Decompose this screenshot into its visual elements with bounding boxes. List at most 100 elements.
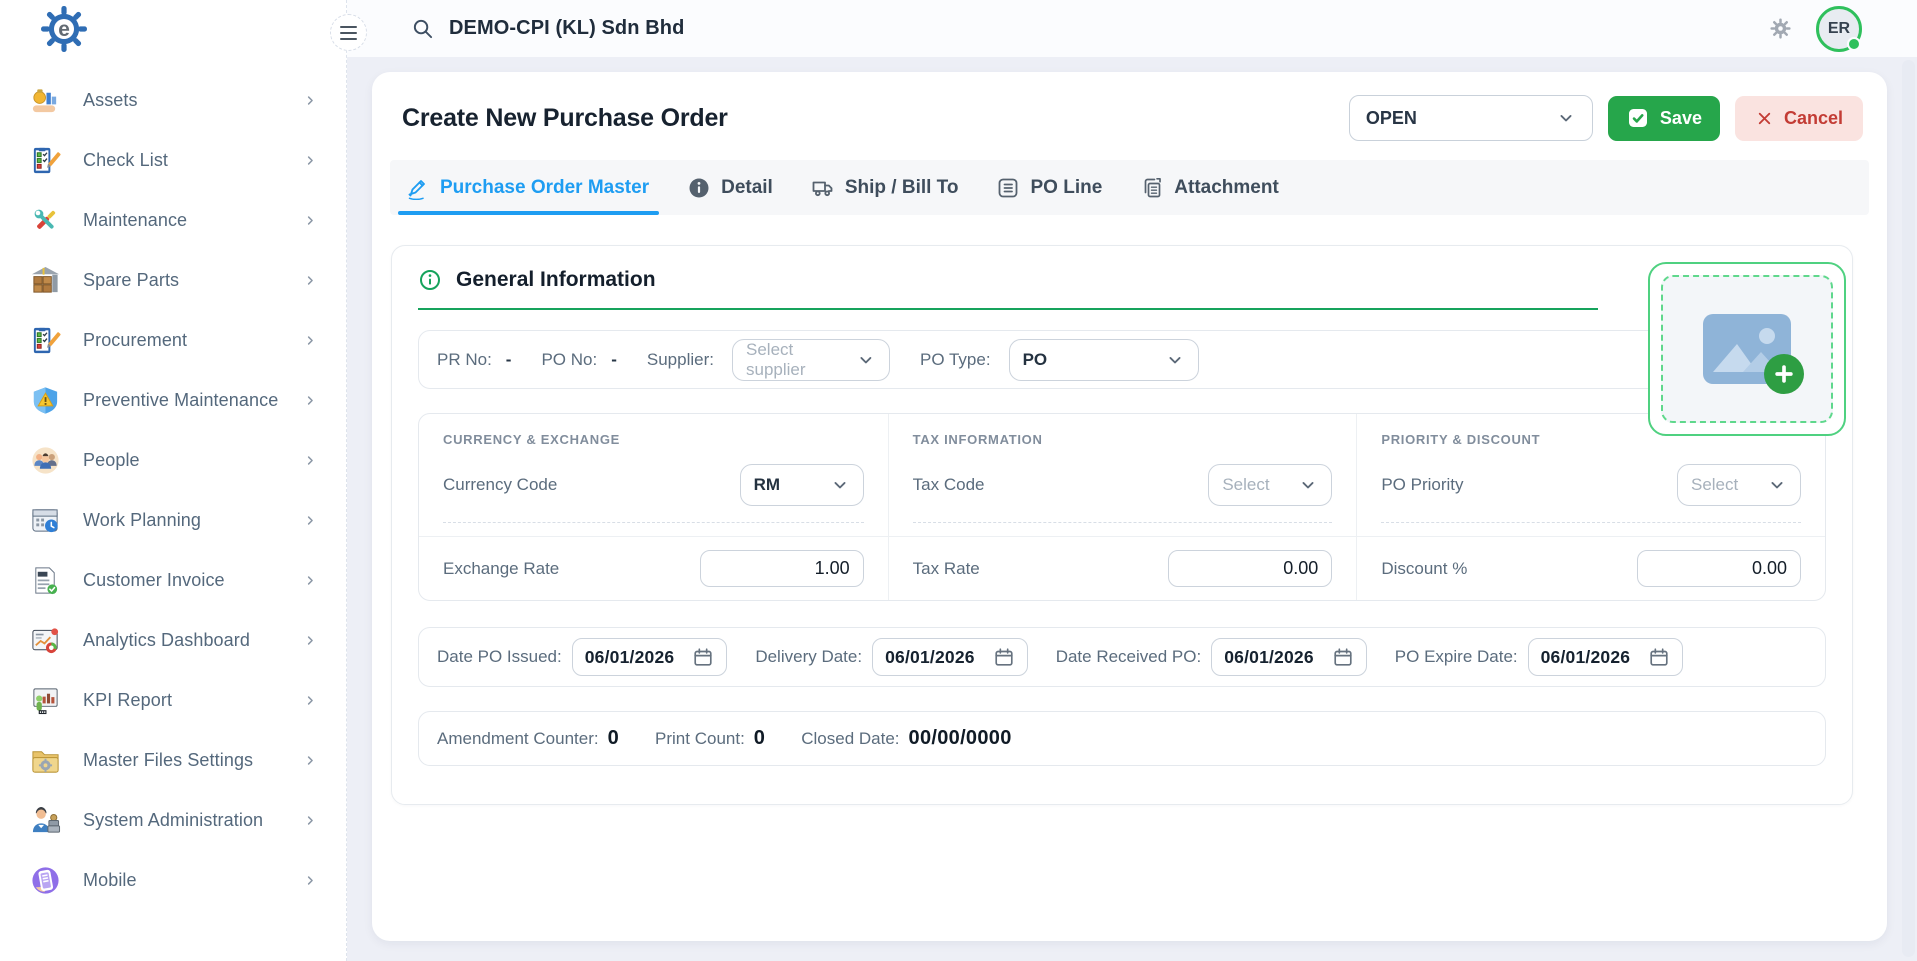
status-select[interactable]: OPEN xyxy=(1349,95,1593,141)
image-upload-inner xyxy=(1661,275,1833,423)
header-controls: OPEN Save Cancel xyxy=(1349,95,1863,141)
cancel-button[interactable]: Cancel xyxy=(1735,96,1863,141)
calendar-icon[interactable] xyxy=(993,646,1015,668)
sidebar-item-label: Assets xyxy=(83,90,281,111)
search-icon[interactable] xyxy=(411,17,434,40)
date-received-po-input[interactable]: 06/01/2026 xyxy=(1211,638,1367,676)
truck-icon xyxy=(811,176,835,200)
sidebar-item-procurement[interactable]: Procurement xyxy=(0,310,346,370)
po-expire-date-label: PO Expire Date: xyxy=(1395,647,1518,667)
image-upload-dropzone[interactable] xyxy=(1648,262,1846,436)
chevron-down-icon xyxy=(1298,475,1318,495)
dashed-divider xyxy=(1381,522,1801,536)
chevron-right-icon xyxy=(303,93,318,108)
sidebar-item-assets[interactable]: Assets xyxy=(0,70,346,130)
sidebar-item-spare-parts[interactable]: Spare Parts xyxy=(0,250,346,310)
page-title: Create New Purchase Order xyxy=(402,104,728,133)
closed-date-label: Closed Date: xyxy=(801,729,899,749)
date-received-po-group: Date Received PO: 06/01/2026 xyxy=(1056,638,1367,676)
calendar-icon[interactable] xyxy=(692,646,714,668)
tax-rate-input[interactable]: 0.00 xyxy=(1168,550,1332,587)
sidebar-item-master-files-settings[interactable]: Master Files Settings xyxy=(0,730,346,790)
add-image-plus-icon xyxy=(1764,354,1804,394)
sidebar-item-label: Customer Invoice xyxy=(83,570,281,591)
calendar-icon[interactable] xyxy=(1332,646,1354,668)
sidebar-item-analytics-dashboard[interactable]: Analytics Dashboard xyxy=(0,610,346,670)
procurement-icon xyxy=(30,325,61,356)
exchange-rate-input[interactable]: 1.00 xyxy=(700,550,864,587)
sidebar-item-kpi-report[interactable]: KPI Report xyxy=(0,670,346,730)
sidebar-item-customer-invoice[interactable]: Customer Invoice xyxy=(0,550,346,610)
po-priority-select[interactable]: Select xyxy=(1677,464,1801,506)
tax-code-select[interactable]: Select xyxy=(1208,464,1332,506)
supplier-select[interactable]: Select supplier xyxy=(732,339,890,381)
print-count-label: Print Count: xyxy=(655,729,745,749)
svg-text:e: e xyxy=(58,18,70,41)
sidebar-item-check-list[interactable]: Check List xyxy=(0,130,346,190)
list-icon xyxy=(996,176,1020,200)
po-priority-label: PO Priority xyxy=(1381,475,1463,495)
discount-label: Discount % xyxy=(1381,559,1467,579)
sidebar-item-system-administration[interactable]: System Administration xyxy=(0,790,346,850)
check-icon xyxy=(1626,106,1650,130)
date-po-issued-input[interactable]: 06/01/2026 xyxy=(572,638,728,676)
hamburger-icon xyxy=(340,26,357,28)
po-type-select[interactable]: PO xyxy=(1009,339,1199,381)
tab-purchase-order-master[interactable]: Purchase Order Master xyxy=(406,160,649,215)
chevron-right-icon xyxy=(303,333,318,348)
app-logo[interactable]: e xyxy=(0,0,346,62)
chevron-right-icon xyxy=(303,573,318,588)
save-button-label: Save xyxy=(1660,108,1702,129)
calendar-icon[interactable] xyxy=(1648,646,1670,668)
tab-attachment[interactable]: Attachment xyxy=(1140,160,1279,215)
group-heading: CURRENCY & EXCHANGE xyxy=(443,432,864,447)
sidebar-item-label: Procurement xyxy=(83,330,281,351)
po-header-row: PR No: - PO No: - Supplier: Select suppl… xyxy=(418,330,1826,389)
settings-gear-icon[interactable] xyxy=(1769,17,1792,40)
chevron-right-icon xyxy=(303,213,318,228)
maintenance-icon xyxy=(30,205,61,236)
tab-label: Attachment xyxy=(1174,177,1279,199)
save-button[interactable]: Save xyxy=(1608,96,1720,141)
info-circle-icon xyxy=(418,268,442,292)
date-po-issued-label: Date PO Issued: xyxy=(437,647,562,667)
supplier-select-placeholder: Select supplier xyxy=(746,340,856,380)
sidebar-item-people[interactable]: People xyxy=(0,430,346,490)
app-root: e Assets Check List Maintenance Sp xyxy=(0,0,1917,961)
tab-ship-bill-to[interactable]: Ship / Bill To xyxy=(811,160,959,215)
tab-label: Purchase Order Master xyxy=(440,177,649,199)
sidebar-item-preventive-maintenance[interactable]: Preventive Maintenance xyxy=(0,370,346,430)
master-files-settings-icon xyxy=(30,745,61,776)
currency-code-select[interactable]: RM xyxy=(740,464,864,506)
amendment-counter-value: 0 xyxy=(608,727,619,750)
sidebar-item-work-planning[interactable]: Work Planning xyxy=(0,490,346,550)
user-avatar[interactable]: ER xyxy=(1816,6,1862,52)
company-name[interactable]: DEMO-CPI (KL) Sdn Bhd xyxy=(449,17,684,40)
analytics-dashboard-icon xyxy=(30,625,61,656)
tab-label: PO Line xyxy=(1030,177,1102,199)
chevron-right-icon xyxy=(303,693,318,708)
chevron-right-icon xyxy=(303,813,318,828)
sidebar-item-mobile[interactable]: Mobile xyxy=(0,850,346,910)
delivery-date-input[interactable]: 06/01/2026 xyxy=(872,638,1028,676)
sidebar-toggle-button[interactable] xyxy=(330,14,367,51)
chevron-down-icon xyxy=(830,475,850,495)
attachment-icon xyxy=(1140,176,1164,200)
tab-po-line[interactable]: PO Line xyxy=(996,160,1102,215)
page-scrollbar[interactable] xyxy=(1902,60,1915,957)
customer-invoice-icon xyxy=(30,565,61,596)
supplier-label: Supplier: xyxy=(647,350,714,370)
tab-detail[interactable]: Detail xyxy=(687,160,773,215)
delivery-date-group: Delivery Date: 06/01/2026 xyxy=(755,638,1027,676)
people-icon xyxy=(30,445,61,476)
po-expire-date-input[interactable]: 06/01/2026 xyxy=(1528,638,1684,676)
sidebar-item-maintenance[interactable]: Maintenance xyxy=(0,190,346,250)
discount-row: Discount % 0.00 xyxy=(1356,536,1825,600)
discount-input[interactable]: 0.00 xyxy=(1637,550,1801,587)
dates-row: Date PO Issued: 06/01/2026 Delivery Date… xyxy=(418,627,1826,687)
main-area: DEMO-CPI (KL) Sdn Bhd ER Create New Purc… xyxy=(347,0,1917,961)
purchase-order-page-card: Create New Purchase Order OPEN Save C xyxy=(372,72,1887,941)
chevron-right-icon xyxy=(303,873,318,888)
dashed-divider xyxy=(913,522,1333,536)
exchange-rate-label: Exchange Rate xyxy=(443,559,559,579)
